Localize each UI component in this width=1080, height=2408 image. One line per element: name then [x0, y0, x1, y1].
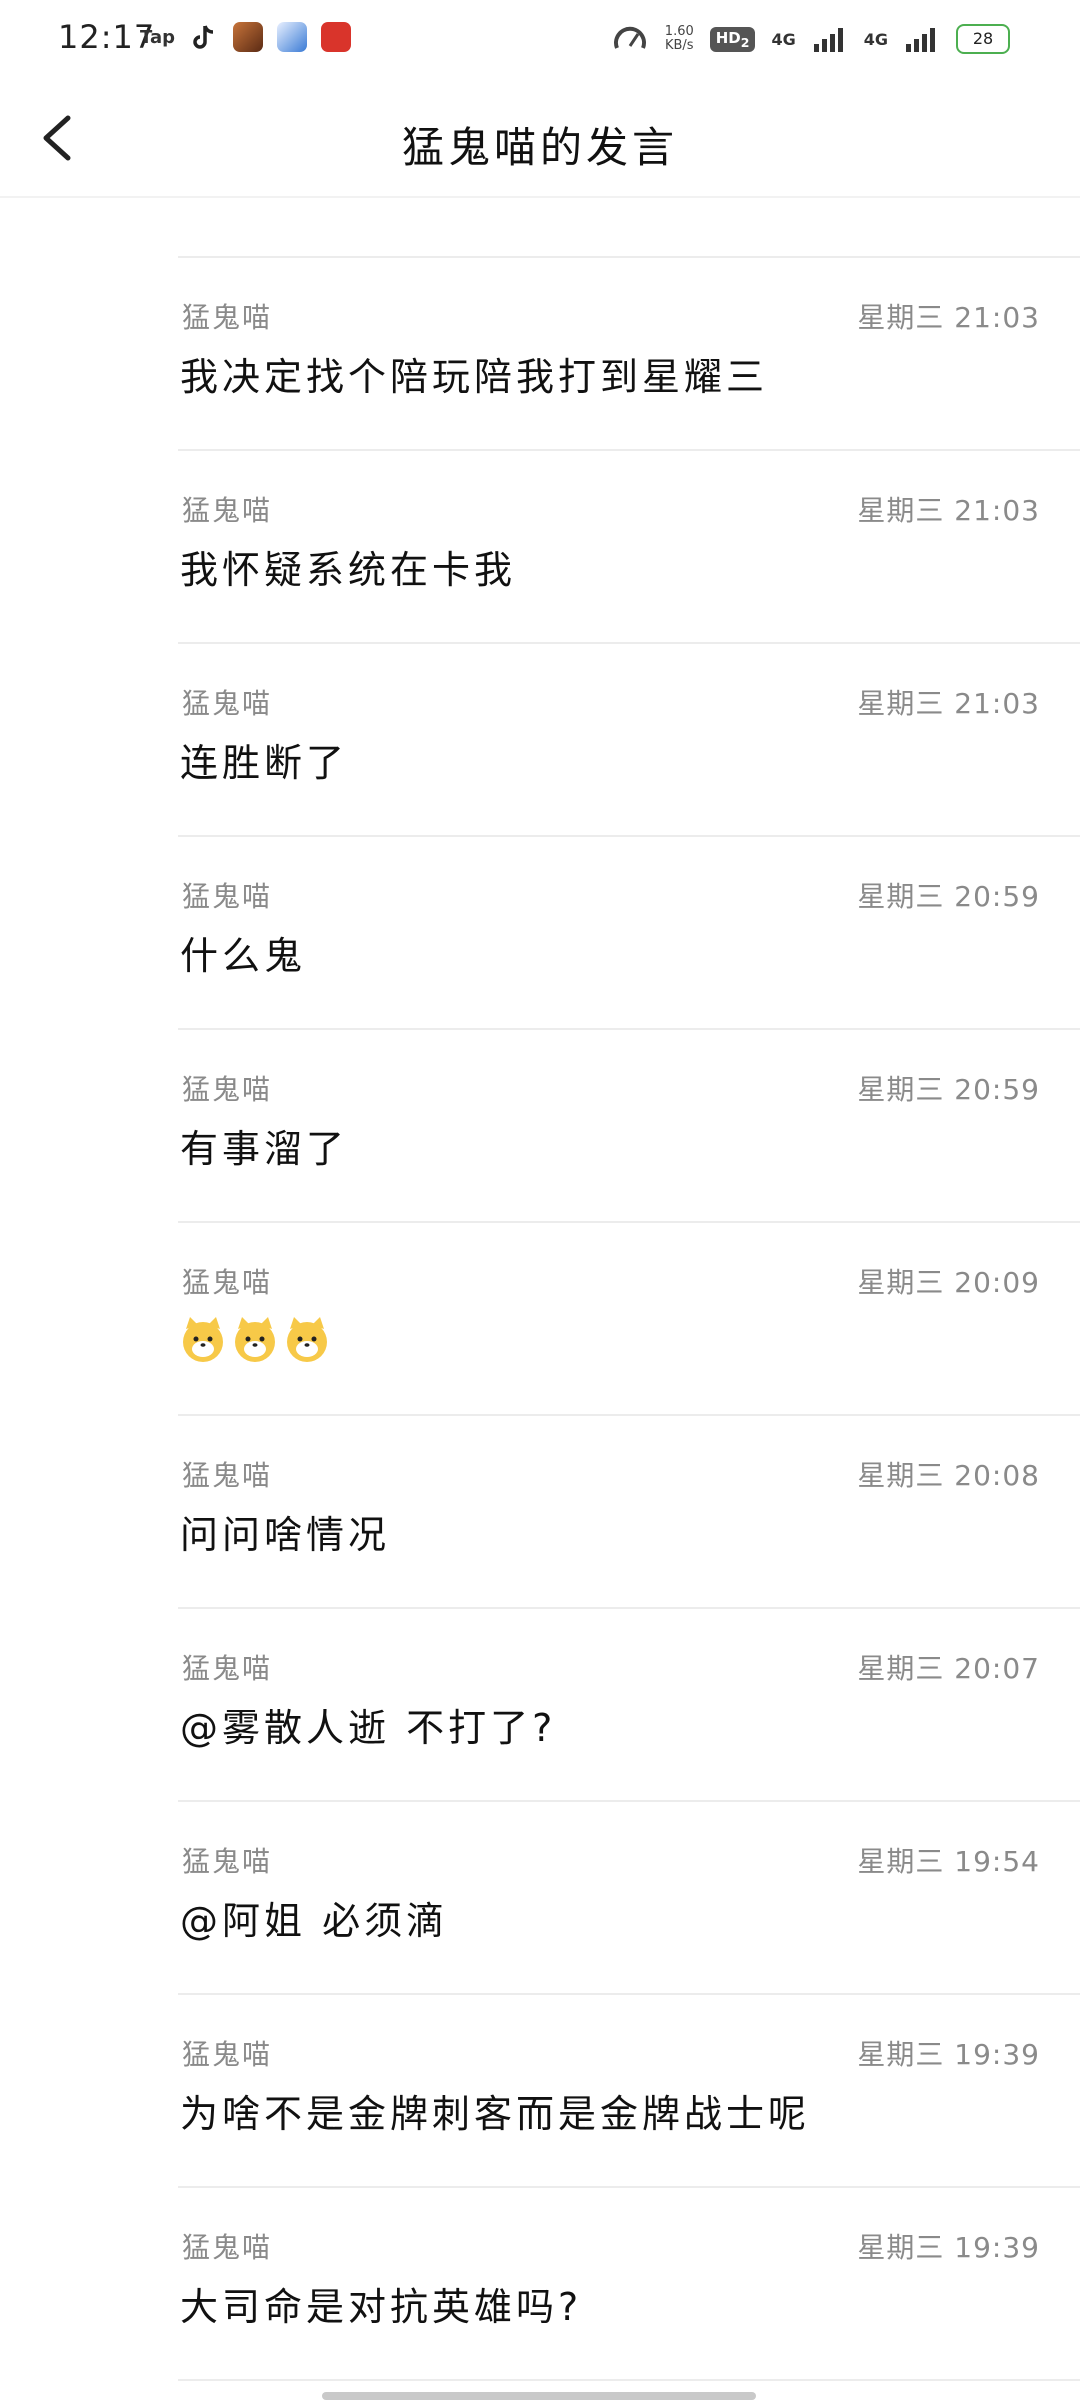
message-author: 猛鬼喵	[182, 1845, 273, 1878]
message-author: 猛鬼喵	[182, 2038, 273, 2071]
nav-divider	[0, 196, 1080, 198]
cat-emoji-icon	[287, 1317, 327, 1362]
list-item[interactable]: 猛鬼喵 星期三 20:09	[178, 1221, 1080, 1414]
message-time: 星期三 21:03	[857, 301, 1040, 334]
status-right: 1.60 KB/s HD2 4G 4G 28	[611, 20, 1010, 58]
tap-app-icon: Tap	[140, 26, 175, 48]
list-item[interactable]: 猛鬼喵 星期三 20:59 有事溜了	[178, 1028, 1080, 1221]
message-author: 猛鬼喵	[182, 2231, 273, 2264]
message-text: 我决定找个陪玩陪我打到星耀三	[180, 355, 769, 399]
message-author: 猛鬼喵	[182, 687, 273, 720]
cat-emoji-icon	[235, 1317, 275, 1362]
list-item[interactable]: 猛鬼喵 星期三 19:39 为啥不是金牌刺客而是金牌战士呢	[178, 1993, 1080, 2186]
list-item[interactable]: 猛鬼喵 星期三 21:03 连胜断了	[178, 642, 1080, 835]
message-author: 猛鬼喵	[182, 301, 273, 334]
speedometer-icon	[613, 26, 646, 49]
status-bar: 12:17 Tap 1.60 KB/s HD2 4G 4G 28	[0, 0, 1080, 84]
message-time: 星期三 20:09	[857, 1266, 1040, 1299]
status-app-icons: Tap	[140, 22, 351, 52]
message-time: 星期三 20:08	[857, 1459, 1040, 1492]
hd-label: HD	[715, 28, 741, 47]
game-avatar-icon	[233, 22, 263, 52]
message-time: 星期三 20:59	[857, 1073, 1040, 1106]
signal-4g-1: 4G	[771, 29, 796, 49]
list-item[interactable]: 猛鬼喵 星期三 19:39 大司命是对抗英雄吗?	[178, 2186, 1080, 2379]
message-text: 问问啥情况	[180, 1513, 391, 1557]
list-item[interactable]: 猛鬼喵 星期三 21:03 我决定找个陪玩陪我打到星耀三	[178, 256, 1080, 449]
list-item[interactable]: 猛鬼喵 星期三 21:03 我怀疑系统在卡我	[178, 449, 1080, 642]
list-item[interactable]: 猛鬼喵 星期三 19:54 @阿姐 必须滴	[178, 1800, 1080, 1993]
message-time: 星期三 19:39	[857, 2231, 1040, 2264]
message-author: 猛鬼喵	[182, 494, 273, 527]
net-speed-unit: KB/s	[664, 38, 694, 53]
message-text: 什么鬼	[180, 934, 307, 978]
message-time: 星期三 21:03	[857, 494, 1040, 527]
message-text: 为啥不是金牌刺客而是金牌战士呢	[180, 2092, 811, 2136]
message-author: 猛鬼喵	[182, 1073, 273, 1106]
home-indicator[interactable]	[322, 2392, 756, 2400]
nav-bar: 猛鬼喵的发言	[0, 84, 1080, 204]
tiktok-icon	[193, 25, 214, 49]
message-text: @阿姐 必须滴	[180, 1899, 449, 1943]
message-text: 有事溜了	[180, 1127, 349, 1171]
message-list: 猛鬼喵 星期三 21:03 我决定找个陪玩陪我打到星耀三 猛鬼喵 星期三 21:…	[0, 256, 1080, 2381]
emoji-row	[178, 1315, 332, 1365]
zhui-app-icon	[321, 22, 351, 52]
hd-sub: 2	[740, 34, 750, 50]
browser-icon	[277, 22, 307, 52]
message-time: 星期三 19:54	[857, 1845, 1040, 1878]
battery-indicator: 28	[956, 24, 1010, 54]
hd-badge: HD2	[709, 26, 756, 52]
signal-bars-icon	[813, 28, 843, 52]
message-text: 大司命是对抗英雄吗?	[180, 2285, 583, 2329]
message-author: 猛鬼喵	[182, 1266, 273, 1299]
message-text: 我怀疑系统在卡我	[180, 548, 517, 592]
page-title: 猛鬼喵的发言	[401, 123, 678, 172]
message-text: 连胜断了	[180, 741, 349, 785]
message-time: 星期三 20:59	[857, 880, 1040, 913]
message-time: 星期三 21:03	[857, 687, 1040, 720]
message-author: 猛鬼喵	[182, 1459, 273, 1492]
message-time: 星期三 19:39	[857, 2038, 1040, 2071]
cat-emoji-icon	[183, 1317, 223, 1362]
net-speed: 1.60 KB/s	[665, 25, 694, 53]
list-item[interactable]: 猛鬼喵 星期三 20:59 什么鬼	[178, 835, 1080, 1028]
message-text: @雾散人逝 不打了?	[180, 1706, 557, 1750]
list-item[interactable]: 猛鬼喵 星期三 20:07 @雾散人逝 不打了?	[178, 1607, 1080, 1800]
list-divider	[178, 2379, 1080, 2381]
message-author: 猛鬼喵	[182, 880, 273, 913]
signal-bars-icon	[906, 28, 935, 52]
message-author: 猛鬼喵	[182, 1652, 273, 1685]
signal-4g-2: 4G	[863, 29, 888, 49]
list-item[interactable]: 猛鬼喵 星期三 20:08 问问啥情况	[178, 1414, 1080, 1607]
message-time: 星期三 20:07	[857, 1652, 1040, 1685]
net-speed-value: 1.60	[664, 24, 694, 39]
